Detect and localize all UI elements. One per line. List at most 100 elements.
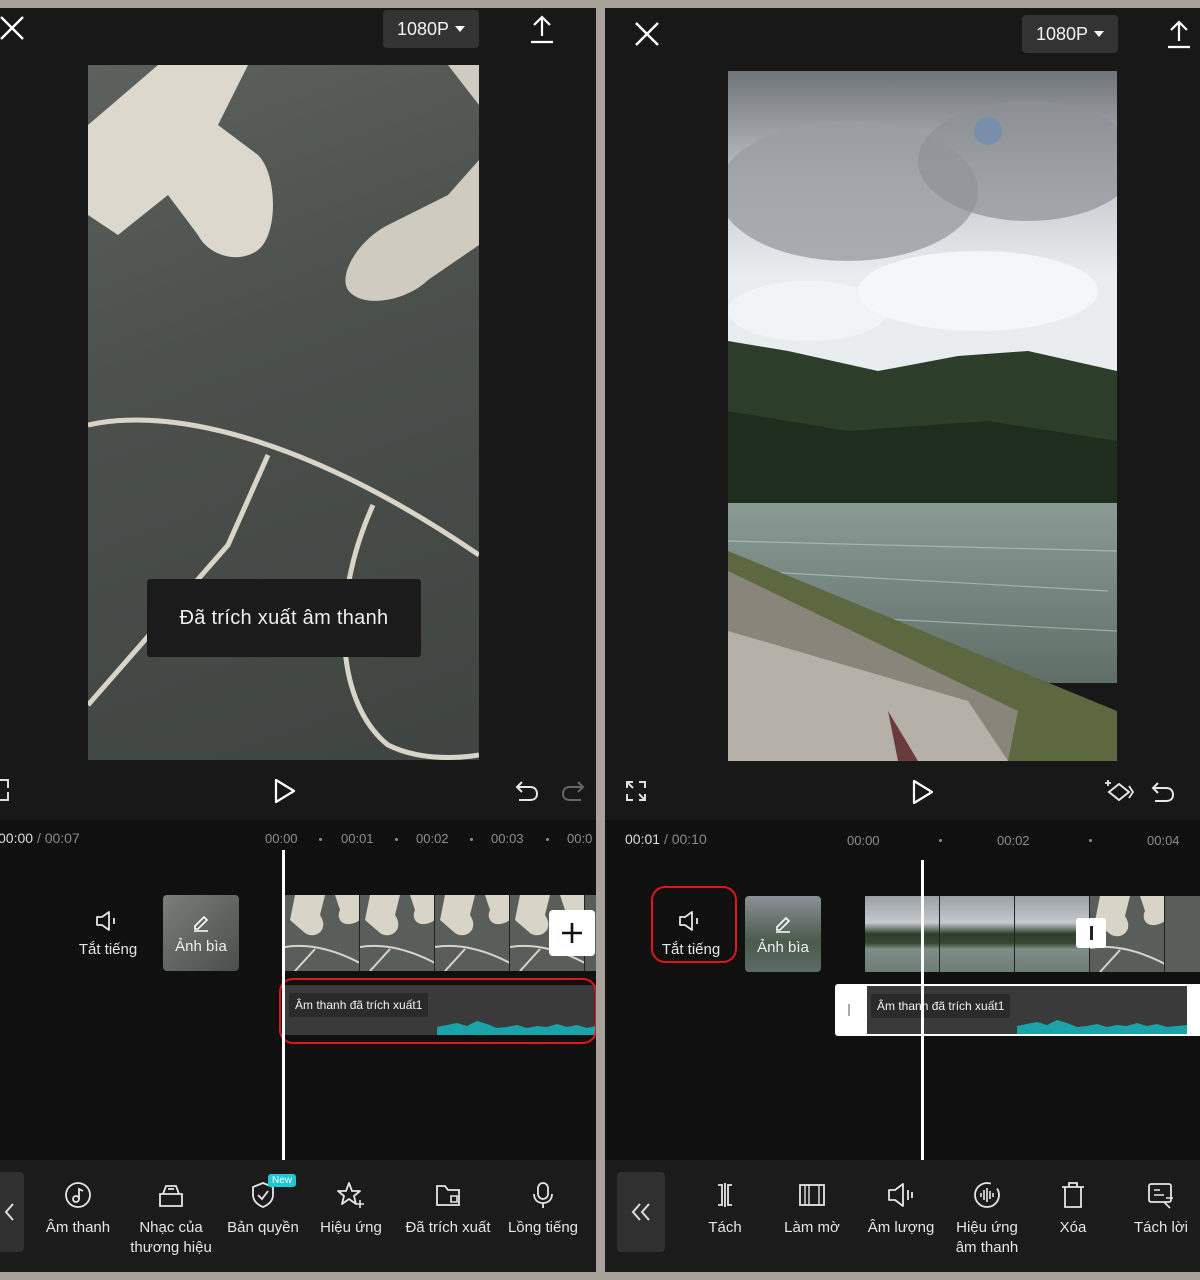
mute-label: Tắt tiếng [78,940,138,958]
tool-label: Âm lượng [867,1219,935,1236]
tool-copyright[interactable]: Bản quyền [225,1180,301,1238]
tool-label: Tách lời [1133,1219,1189,1236]
ruler-dot [939,839,942,842]
tool-label: Hiệu ứng [320,1219,382,1236]
ruler-dot [546,838,549,841]
mute-button-highlight [651,886,737,963]
video-track[interactable] [865,896,1200,972]
current-time: 00:01 [625,831,661,847]
close-icon[interactable] [0,14,26,42]
transition-button[interactable] [1076,918,1106,948]
ruler-dot [319,838,322,841]
cover-button[interactable]: Ảnh bìa [163,895,239,971]
export-icon[interactable] [528,14,556,44]
folder-icon [436,1185,460,1206]
back-button[interactable] [617,1172,665,1252]
tool-label: Hiệu ứng âm thanh [955,1219,1019,1256]
video-preview[interactable] [728,71,1117,761]
back-icon [4,1203,14,1221]
tool-audio[interactable]: Âm thanh [43,1180,113,1238]
tool-split[interactable]: Tách [697,1180,753,1238]
resolution-dropdown[interactable]: 1080P [383,10,480,48]
timecode: 00:01 / 00:10 [625,831,707,847]
tool-label: Đã trích xuất [405,1219,491,1236]
speaker-icon [96,910,115,931]
tool-label: Làm mờ [784,1219,840,1236]
tool-label: Lồng tiếng [507,1219,579,1236]
timecode: 00:00 / 00:07 [0,830,80,846]
audio-track-highlight [279,978,596,1044]
timeline[interactable]: 00:00 / 00:07 00:00 00:01 00:02 00:03 00… [0,820,596,1160]
bottom-toolbar: Âm thanh Nhạc của thương hiệu Bản quyền … [0,1160,596,1272]
bottom-toolbar: Tách Làm mờ Âm lượng Hiệu ứng âm thanh X… [605,1160,1200,1272]
captions-icon [1148,1183,1173,1209]
play-icon[interactable] [273,778,297,804]
top-bar: 1080P [0,8,596,64]
playhead[interactable] [282,850,285,1160]
video-frame [940,896,1015,972]
fullscreen-icon[interactable] [625,780,647,802]
left-editor-panel: 1080P Đã trích xuất âm thanh 00:00 / 00:… [0,8,596,1272]
tool-effects[interactable]: Hiệu ứng [318,1180,384,1238]
split-icon [718,1183,732,1207]
video-frame [1165,896,1200,972]
resolution-label: 1080P [397,18,450,39]
edit-icon [194,915,209,932]
tool-label: Tách [708,1219,742,1236]
ruler-dot [1089,839,1092,842]
tool-volume[interactable]: Âm lượng [863,1180,939,1238]
tool-label: Âm thanh [45,1219,111,1236]
cover-label: Ảnh bìa [757,938,809,956]
tool-sound-effect[interactable]: Hiệu ứng âm thanh [947,1180,1027,1258]
new-badge: New [268,1174,297,1187]
delete-icon [1062,1182,1084,1208]
resolution-dropdown[interactable]: 1080P [1022,15,1119,53]
resolution-label: 1080P [1036,23,1089,44]
tool-brand-music[interactable]: Nhạc của thương hiệu [125,1180,217,1258]
fullscreen-icon[interactable] [0,778,12,802]
sound-effect-icon [974,1182,1000,1208]
toast-message: Đã trích xuất âm thanh [147,579,421,657]
close-icon[interactable] [633,20,661,48]
ruler-tick: 00:0 [567,831,593,846]
caret-down-icon [455,26,466,32]
tool-label: Bản quyền [227,1219,299,1236]
ruler-tick: 00:02 [416,831,449,846]
microphone-icon [533,1182,553,1208]
ruler-tick: 00:01 [341,831,374,846]
audio-track-label: Âm thanh đã trích xuất1 [871,994,1011,1018]
tool-fade[interactable]: Làm mờ [780,1180,844,1238]
tool-extracted[interactable]: Đã trích xuất [401,1180,495,1238]
export-icon[interactable] [1165,19,1193,49]
playhead[interactable] [921,860,924,1160]
mute-button[interactable]: Tắt tiếng [63,896,153,970]
tool-voiceover[interactable]: Lồng tiếng [505,1180,581,1238]
current-time: 00:00 [0,830,34,846]
audio-waveform [1017,1020,1187,1034]
timeline[interactable]: 00:01 / 00:10 00:00 00:02 00:04 Tắt tiến… [605,820,1200,1160]
tool-captions[interactable]: Tách lời [1127,1180,1195,1238]
keyframe-icon[interactable] [1103,778,1135,806]
undo-icon[interactable] [515,780,539,802]
ruler-tick: 00:03 [491,831,524,846]
fade-icon [799,1184,825,1206]
back-button[interactable] [0,1172,24,1252]
play-icon[interactable] [911,779,935,805]
back-icon [631,1203,650,1221]
ruler-tick: 00:00 [847,833,880,848]
brand-music-icon [159,1185,183,1207]
trim-handle-left[interactable] [848,1004,850,1016]
redo-icon[interactable] [561,780,585,802]
audio-track[interactable]: Âm thanh đã trích xuất1 [867,986,1187,1034]
add-clip-button[interactable] [549,910,595,956]
cover-button[interactable]: Ảnh bìa [745,896,821,972]
video-frame [435,895,510,971]
video-frame [285,895,360,971]
effects-icon [337,1182,364,1208]
tool-label: Nhạc của thương hiệu [130,1219,212,1256]
ruler-dot [470,838,473,841]
plus-icon [562,923,582,943]
music-icon [65,1182,91,1208]
tool-delete[interactable]: Xóa [1045,1180,1101,1238]
undo-icon[interactable] [1151,781,1175,803]
